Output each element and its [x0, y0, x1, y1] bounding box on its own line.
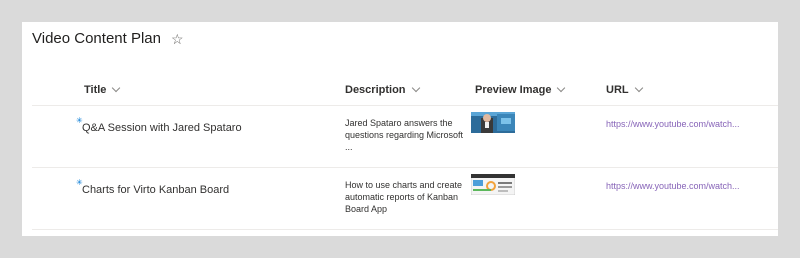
column-header-description[interactable]: Description	[345, 74, 420, 105]
list-table: Title Description Preview Image URL ✳ Q&…	[32, 74, 778, 230]
row-url-link[interactable]: https://www.youtube.com/watch...	[606, 119, 740, 129]
row-title[interactable]: ✳ Charts for Virto Kanban Board	[76, 179, 230, 197]
table-row[interactable]: ✳ Q&A Session with Jared Spataro Jared S…	[32, 106, 778, 168]
row-url-link[interactable]: https://www.youtube.com/watch...	[606, 181, 740, 191]
chevron-down-icon	[411, 83, 420, 93]
column-header-url[interactable]: URL	[606, 74, 643, 105]
chevron-down-icon	[557, 83, 566, 93]
chevron-down-icon	[112, 83, 121, 93]
list-header: Video Content Plan ☆	[32, 30, 184, 47]
column-header-title[interactable]: Title	[84, 74, 121, 105]
preview-thumbnail[interactable]	[470, 173, 516, 196]
column-header-label: URL	[606, 83, 629, 96]
table-row[interactable]: ✳ Charts for Virto Kanban Board How to u…	[32, 168, 778, 230]
favorite-star-icon[interactable]: ☆	[171, 32, 184, 46]
video-thumbnail-charts-icon	[470, 173, 516, 196]
column-header-label: Description	[345, 83, 406, 96]
row-description: How to use charts and create automatic r…	[345, 180, 463, 214]
row-title-text: Q&A Session with Jared Spataro	[82, 122, 242, 134]
row-description: Jared Spataro answers the questions rega…	[345, 118, 464, 152]
page-title: Video Content Plan	[32, 30, 161, 47]
new-item-icon: ✳	[76, 178, 83, 187]
column-header-label: Preview Image	[475, 83, 552, 96]
chevron-down-icon	[634, 83, 643, 93]
preview-thumbnail[interactable]	[471, 112, 515, 133]
video-thumbnail-person-icon	[471, 112, 515, 133]
row-title-text: Charts for Virto Kanban Board	[82, 184, 230, 196]
new-item-icon: ✳	[76, 116, 83, 125]
table-header: Title Description Preview Image URL	[32, 74, 778, 106]
list-panel: Video Content Plan ☆ Title Description P…	[22, 22, 778, 236]
column-header-label: Title	[84, 83, 107, 96]
column-header-preview-image[interactable]: Preview Image	[475, 74, 566, 105]
row-title[interactable]: ✳ Q&A Session with Jared Spataro	[76, 117, 242, 135]
